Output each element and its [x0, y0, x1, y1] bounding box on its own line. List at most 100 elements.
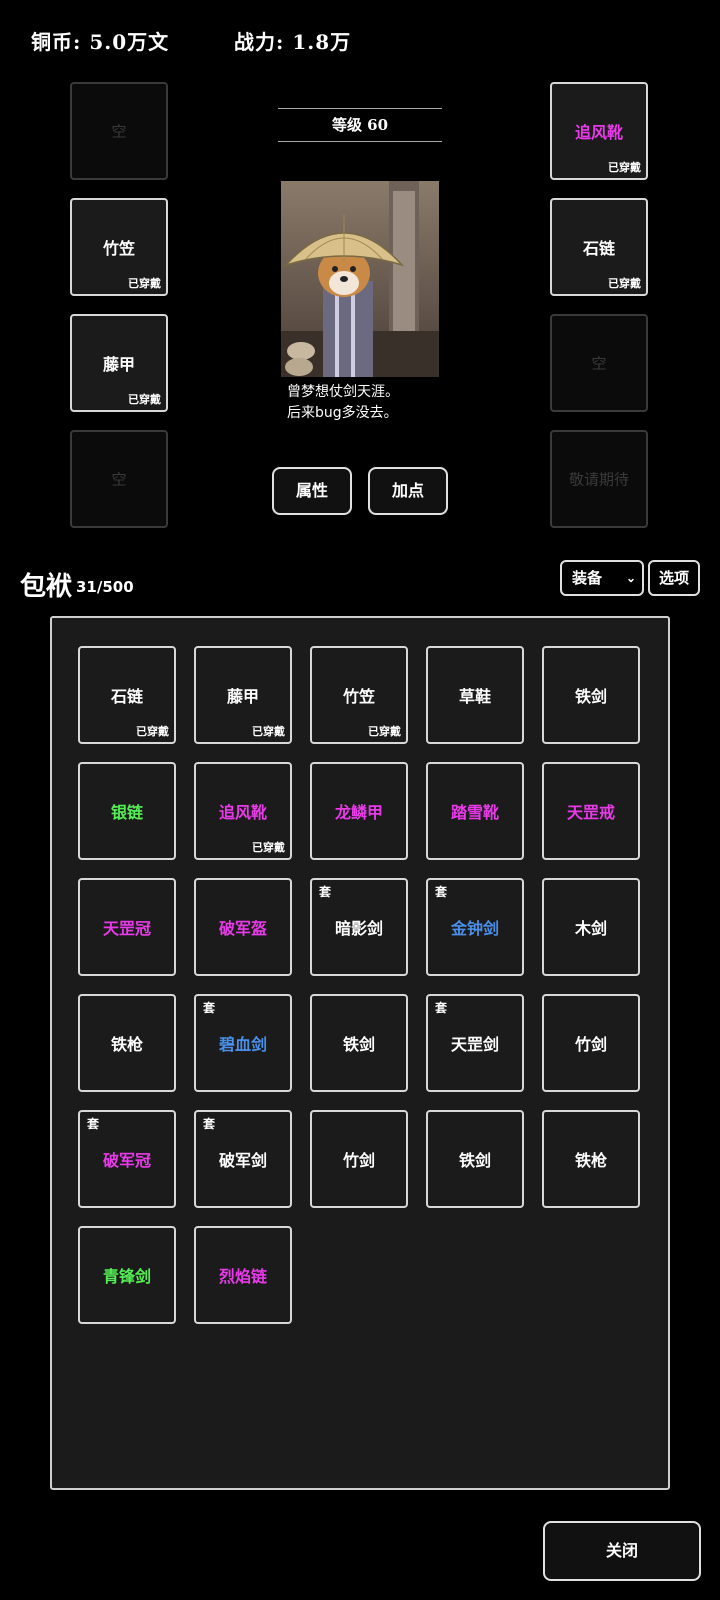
bag-item[interactable]: 套破军剑: [194, 1110, 292, 1208]
bag-item[interactable]: 木剑: [542, 878, 640, 976]
item-name: 铁剑: [342, 1035, 375, 1054]
equip-slot-right[interactable]: 追风靴已穿戴: [550, 82, 648, 180]
bag-item[interactable]: 青锋剑: [78, 1226, 176, 1324]
equip-slot-left[interactable]: 竹笠已穿戴: [70, 198, 168, 296]
set-marker: 套: [435, 885, 448, 899]
bag-item[interactable]: 天罡戒: [542, 762, 640, 860]
item-name: 竹笠: [102, 239, 135, 258]
item-name: 天罡剑: [450, 1035, 499, 1054]
item-name: 铁枪: [110, 1035, 143, 1054]
power-label: 战力:: [234, 30, 285, 54]
item-name: 草鞋: [458, 687, 491, 706]
character-portrait: [281, 181, 439, 377]
bag-item[interactable]: 套破军冠: [78, 1110, 176, 1208]
bag-filter-value: 装备: [572, 569, 603, 587]
character-motto: 曾梦想仗剑天涯。 后来bug多没去。: [287, 382, 399, 424]
add-points-button[interactable]: 加点: [368, 467, 448, 515]
set-marker: 套: [87, 1117, 100, 1131]
item-name: 石链: [110, 687, 143, 706]
worn-badge: 已穿戴: [608, 277, 641, 290]
bag-item[interactable]: 龙鳞甲: [310, 762, 408, 860]
item-name: 青锋剑: [102, 1267, 151, 1286]
item-name: 追风靴: [218, 803, 267, 822]
item-name: 藤甲: [226, 687, 259, 706]
bag-item[interactable]: 藤甲已穿戴: [194, 646, 292, 744]
options-button[interactable]: 选项: [648, 560, 700, 596]
bag-item[interactable]: 烈焰链: [194, 1226, 292, 1324]
bag-item[interactable]: 套金钟剑: [426, 878, 524, 976]
item-name: 天罡戒: [566, 803, 615, 822]
equip-slot-right[interactable]: 空: [550, 314, 648, 412]
bag-item[interactable]: 铁剑: [542, 646, 640, 744]
chevron-down-icon: ⌄: [625, 571, 636, 585]
bag-item[interactable]: 铁剑: [310, 994, 408, 1092]
item-name: 石链: [582, 239, 615, 258]
item-name: 银链: [110, 803, 143, 822]
bag-item[interactable]: 踏雪靴: [426, 762, 524, 860]
bag-item[interactable]: 套天罡剑: [426, 994, 524, 1092]
set-marker: 套: [319, 885, 332, 899]
set-marker: 套: [203, 1117, 216, 1131]
worn-badge: 已穿戴: [128, 277, 161, 290]
item-name: 空: [111, 470, 127, 489]
bag-title: 包袱: [20, 572, 73, 602]
item-name: 破军冠: [102, 1151, 151, 1170]
worn-badge: 已穿戴: [128, 393, 161, 406]
set-marker: 套: [435, 1001, 448, 1015]
item-name: 竹剑: [342, 1151, 375, 1170]
item-name: 碧血剑: [218, 1035, 267, 1054]
bag-count: 31/500: [76, 578, 134, 596]
bag-item[interactable]: 竹笠已穿戴: [310, 646, 408, 744]
bag-item[interactable]: 银链: [78, 762, 176, 860]
equip-slot-right[interactable]: 敬请期待: [550, 430, 648, 528]
bag-item[interactable]: 竹剑: [310, 1110, 408, 1208]
bag-item[interactable]: 追风靴 已穿戴: [194, 762, 292, 860]
worn-badge: 已穿戴: [608, 161, 641, 174]
item-name: 竹笠: [342, 687, 375, 706]
item-name: 铁枪: [574, 1151, 607, 1170]
close-button[interactable]: 关闭: [543, 1521, 701, 1581]
worn-badge: 已穿戴: [252, 725, 285, 738]
item-name: 烈焰链: [218, 1267, 267, 1286]
item-name: 空: [591, 354, 607, 373]
copper-label: 铜币:: [31, 30, 82, 54]
item-name: 藤甲: [102, 355, 135, 374]
worn-badge: 已穿戴: [368, 725, 401, 738]
worn-badge: 已穿戴: [136, 725, 169, 738]
copper-coins: 铜币: 5.0万文: [31, 26, 169, 55]
item-name: 铁剑: [574, 687, 607, 706]
power-value: 1.8万: [292, 30, 352, 54]
bag-item[interactable]: 铁剑: [426, 1110, 524, 1208]
equip-slot-right[interactable]: 石链已穿戴: [550, 198, 648, 296]
item-name: 天罡冠: [102, 919, 151, 938]
bag-item[interactable]: 套暗影剑: [310, 878, 408, 976]
bag-item[interactable]: 铁枪: [78, 994, 176, 1092]
item-name: 追风靴: [574, 123, 623, 142]
bag-item[interactable]: 铁枪: [542, 1110, 640, 1208]
equip-slot-left[interactable]: 空: [70, 430, 168, 528]
item-name: 敬请期待: [568, 470, 629, 489]
bag-item[interactable]: 草鞋: [426, 646, 524, 744]
item-name: 暗影剑: [334, 919, 383, 938]
bag-item[interactable]: 石链已穿戴: [78, 646, 176, 744]
bag-item[interactable]: 竹剑: [542, 994, 640, 1092]
set-marker: 套: [203, 1001, 216, 1015]
bag-item[interactable]: 套碧血剑: [194, 994, 292, 1092]
bag-item[interactable]: 天罡冠: [78, 878, 176, 976]
item-name: 铁剑: [458, 1151, 491, 1170]
combat-power: 战力: 1.8万: [234, 26, 351, 55]
item-name: 龙鳞甲: [334, 803, 383, 822]
item-name: 木剑: [574, 919, 607, 938]
character-level: 等级 60: [278, 108, 442, 142]
item-name: 破军盔: [218, 919, 267, 938]
equip-slot-left[interactable]: 藤甲已穿戴: [70, 314, 168, 412]
bag-filter-select[interactable]: 装备 ⌄: [560, 560, 644, 596]
item-name: 破军剑: [218, 1151, 267, 1170]
attributes-button[interactable]: 属性: [272, 467, 352, 515]
item-name: 空: [111, 122, 127, 141]
motto-line-2: 后来bug多没去。: [287, 405, 398, 421]
bag-item[interactable]: 破军盔: [194, 878, 292, 976]
equip-slot-left[interactable]: 空: [70, 82, 168, 180]
item-name: 踏雪靴: [450, 803, 499, 822]
motto-line-1: 曾梦想仗剑天涯。: [287, 384, 399, 400]
